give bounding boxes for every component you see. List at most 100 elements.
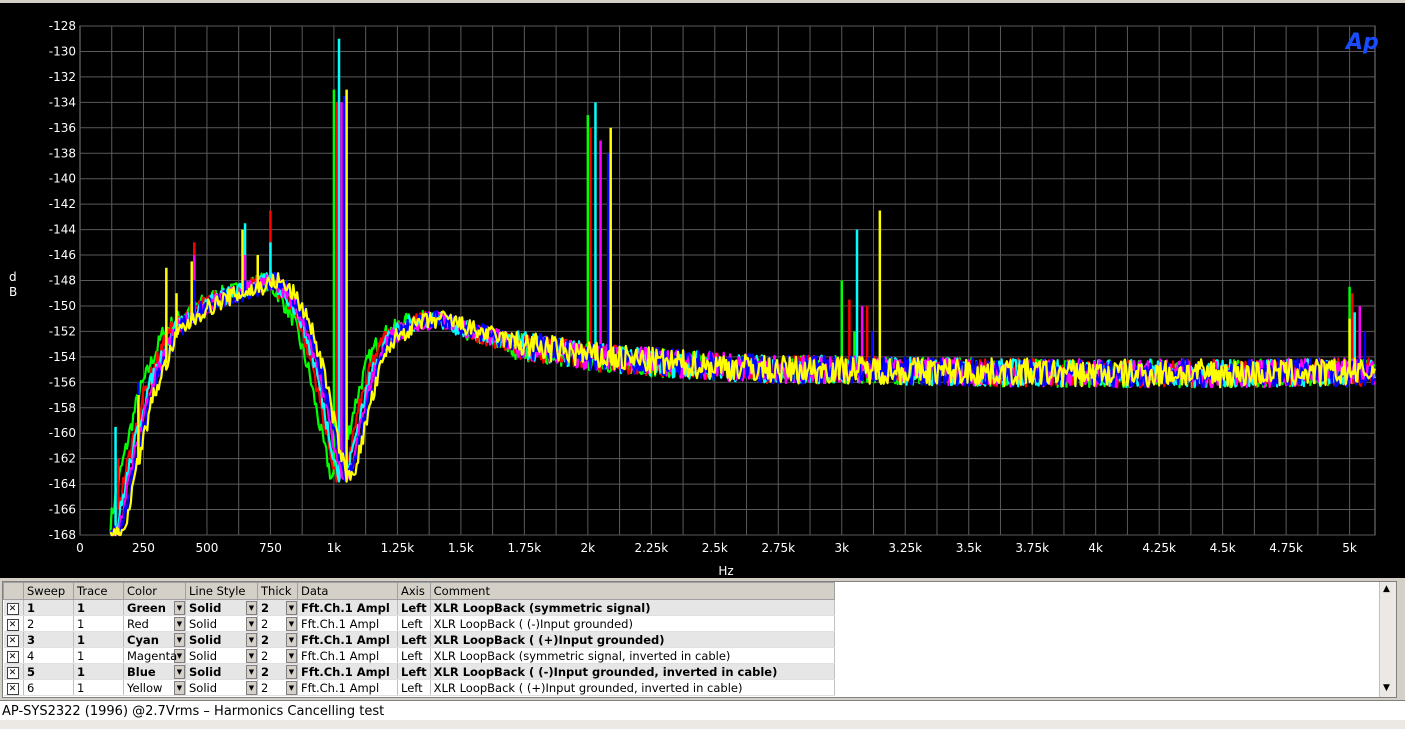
sweep-cell[interactable]: 1: [23, 599, 74, 616]
trace-cell[interactable]: 1: [73, 679, 124, 696]
color-select[interactable]: ▼ Yellow: [123, 679, 186, 696]
dropdown-arrow-icon[interactable]: ▼: [174, 600, 185, 615]
x-tick-label: 4.25k: [1142, 541, 1176, 555]
trace-cell[interactable]: 1: [73, 599, 124, 616]
column-header[interactable]: Thick: [257, 582, 298, 600]
data-cell[interactable]: Fft.Ch.1 Ampl: [297, 615, 398, 632]
comment-cell[interactable]: XLR LoopBack ( (+)Input grounded, invert…: [430, 679, 835, 696]
dropdown-arrow-icon[interactable]: ▼: [246, 664, 257, 679]
table-row[interactable]: ✕ 6 1 ▼ Yellow ▼ Solid ▼ 2 Fft.Ch.1 Ampl Left XLR L…: [3, 679, 1383, 696]
thickness-select[interactable]: ▼ 2: [257, 679, 298, 696]
color-select[interactable]: ▼ Red: [123, 615, 186, 632]
color-select[interactable]: ▼ Cyan: [123, 631, 186, 648]
table-row[interactable]: ✕ 1 1 ▼ Green ▼ Solid ▼ 2 Fft.Ch.1 Ampl Left XLR Lo…: [3, 599, 1383, 616]
column-header[interactable]: [3, 582, 24, 600]
dropdown-arrow-icon[interactable]: ▼: [286, 680, 297, 695]
sweep-cell[interactable]: 4: [23, 647, 74, 664]
data-cell[interactable]: Fft.Ch.1 Ampl: [297, 599, 398, 616]
checkbox-checked-icon[interactable]: ✕: [6, 667, 19, 679]
thickness-select[interactable]: ▼ 2: [257, 615, 298, 632]
checkbox-checked-icon[interactable]: ✕: [6, 619, 19, 631]
trace-cell[interactable]: 1: [73, 663, 124, 680]
column-header[interactable]: Trace: [73, 582, 124, 600]
line-style-select[interactable]: ▼ Solid: [185, 663, 258, 680]
checkbox-checked-icon[interactable]: ✕: [6, 651, 19, 663]
comment-cell[interactable]: XLR LoopBack ( (-)Input grounded, invert…: [430, 663, 835, 680]
color-select[interactable]: ▼ Blue: [123, 663, 186, 680]
thickness-select[interactable]: ▼ 2: [257, 631, 298, 648]
trace-cell[interactable]: 1: [73, 615, 124, 632]
comment-cell[interactable]: XLR LoopBack (symmetric signal, inverted…: [430, 647, 835, 664]
table-row[interactable]: ✕ 3 1 ▼ Cyan ▼ Solid ▼ 2 Fft.Ch.1 Ampl Left XLR Loo…: [3, 631, 1383, 648]
sweep-cell[interactable]: 6: [23, 679, 74, 696]
sweep-cell[interactable]: 2: [23, 615, 74, 632]
enable-checkbox-cell[interactable]: ✕: [3, 663, 24, 680]
dropdown-arrow-icon[interactable]: ▼: [246, 680, 257, 695]
dropdown-arrow-icon[interactable]: ▼: [246, 616, 257, 631]
axis-cell[interactable]: Left: [397, 599, 431, 616]
row-filler: [834, 679, 1383, 696]
column-header[interactable]: Line Style: [185, 582, 258, 600]
table-row[interactable]: ✕ 4 1 ▼ Magenta ▼ Solid ▼ 2 Fft.Ch.1 Ampl Left XLR …: [3, 647, 1383, 664]
column-header[interactable]: Axis: [397, 582, 431, 600]
sweep-cell[interactable]: 5: [23, 663, 74, 680]
thickness-select[interactable]: ▼ 2: [257, 647, 298, 664]
axis-cell[interactable]: Left: [397, 615, 431, 632]
line-style-select[interactable]: ▼ Solid: [185, 599, 258, 616]
row-filler: [834, 663, 1383, 680]
enable-checkbox-cell[interactable]: ✕: [3, 615, 24, 632]
comment-cell[interactable]: XLR LoopBack ( (-)Input grounded): [430, 615, 835, 632]
column-header[interactable]: Comment: [429, 582, 835, 600]
table-row[interactable]: ✕ 2 1 ▼ Red ▼ Solid ▼ 2 Fft.Ch.1 Ampl Left XLR Loop…: [3, 615, 1383, 632]
thickness-select[interactable]: ▼ 2: [257, 599, 298, 616]
color-select[interactable]: ▼ Green: [123, 599, 186, 616]
column-header[interactable]: Color: [123, 582, 186, 600]
enable-checkbox-cell[interactable]: ✕: [3, 631, 24, 648]
dropdown-arrow-icon[interactable]: ▼: [174, 632, 185, 647]
dropdown-arrow-icon[interactable]: ▼: [246, 632, 257, 647]
checkbox-checked-icon[interactable]: ✕: [6, 603, 19, 615]
table-row[interactable]: ✕ 5 1 ▼ Blue ▼ Solid ▼ 2 Fft.Ch.1 Ampl Left XLR Loo…: [3, 663, 1383, 680]
line-style-select[interactable]: ▼ Solid: [185, 631, 258, 648]
color-select[interactable]: ▼ Magenta: [123, 647, 186, 664]
dropdown-arrow-icon[interactable]: ▼: [246, 648, 257, 663]
x-tick-label: 2.5k: [702, 541, 728, 555]
data-cell[interactable]: Fft.Ch.1 Ampl: [297, 647, 398, 664]
column-header[interactable]: Sweep: [23, 582, 74, 600]
thickness-select[interactable]: ▼ 2: [257, 663, 298, 680]
checkbox-checked-icon[interactable]: ✕: [6, 683, 19, 695]
enable-checkbox-cell[interactable]: ✕: [3, 679, 24, 696]
dropdown-arrow-icon[interactable]: ▼: [246, 600, 257, 615]
dropdown-arrow-icon[interactable]: ▼: [174, 680, 185, 695]
dropdown-arrow-icon[interactable]: ▼: [286, 664, 297, 679]
comment-cell[interactable]: XLR LoopBack ( (+)Input grounded): [430, 631, 835, 648]
enable-checkbox-cell[interactable]: ✕: [3, 599, 24, 616]
sweep-cell[interactable]: 3: [23, 631, 74, 648]
dropdown-arrow-icon[interactable]: ▼: [174, 664, 185, 679]
line-style-select[interactable]: ▼ Solid: [185, 647, 258, 664]
dropdown-arrow-icon[interactable]: ▼: [286, 648, 297, 663]
vertical-scrollbar[interactable]: ▲ ▼: [1379, 582, 1396, 697]
trace-cell[interactable]: 1: [73, 647, 124, 664]
comment-cell[interactable]: XLR LoopBack (symmetric signal): [430, 599, 835, 616]
data-cell[interactable]: Fft.Ch.1 Ampl: [297, 663, 398, 680]
dropdown-arrow-icon[interactable]: ▼: [286, 600, 297, 615]
axis-cell[interactable]: Left: [397, 631, 431, 648]
scroll-up-arrow-icon[interactable]: ▲: [1383, 584, 1390, 594]
data-cell[interactable]: Fft.Ch.1 Ampl: [297, 631, 398, 648]
line-style-select[interactable]: ▼ Solid: [185, 679, 258, 696]
trace-cell[interactable]: 1: [73, 631, 124, 648]
line-style-select[interactable]: ▼ Solid: [185, 615, 258, 632]
checkbox-checked-icon[interactable]: ✕: [6, 635, 19, 647]
status-bar: AP-SYS2322 (1996) @2.7Vrms – Harmonics C…: [0, 700, 1405, 729]
column-header[interactable]: Data: [297, 582, 398, 600]
dropdown-arrow-icon[interactable]: ▼: [286, 616, 297, 631]
axis-cell[interactable]: Left: [397, 679, 431, 696]
dropdown-arrow-icon[interactable]: ▼: [286, 632, 297, 647]
enable-checkbox-cell[interactable]: ✕: [3, 647, 24, 664]
dropdown-arrow-icon[interactable]: ▼: [174, 616, 185, 631]
scroll-down-arrow-icon[interactable]: ▼: [1383, 683, 1390, 693]
axis-cell[interactable]: Left: [397, 663, 431, 680]
axis-cell[interactable]: Left: [397, 647, 431, 664]
data-cell[interactable]: Fft.Ch.1 Ampl: [297, 679, 398, 696]
